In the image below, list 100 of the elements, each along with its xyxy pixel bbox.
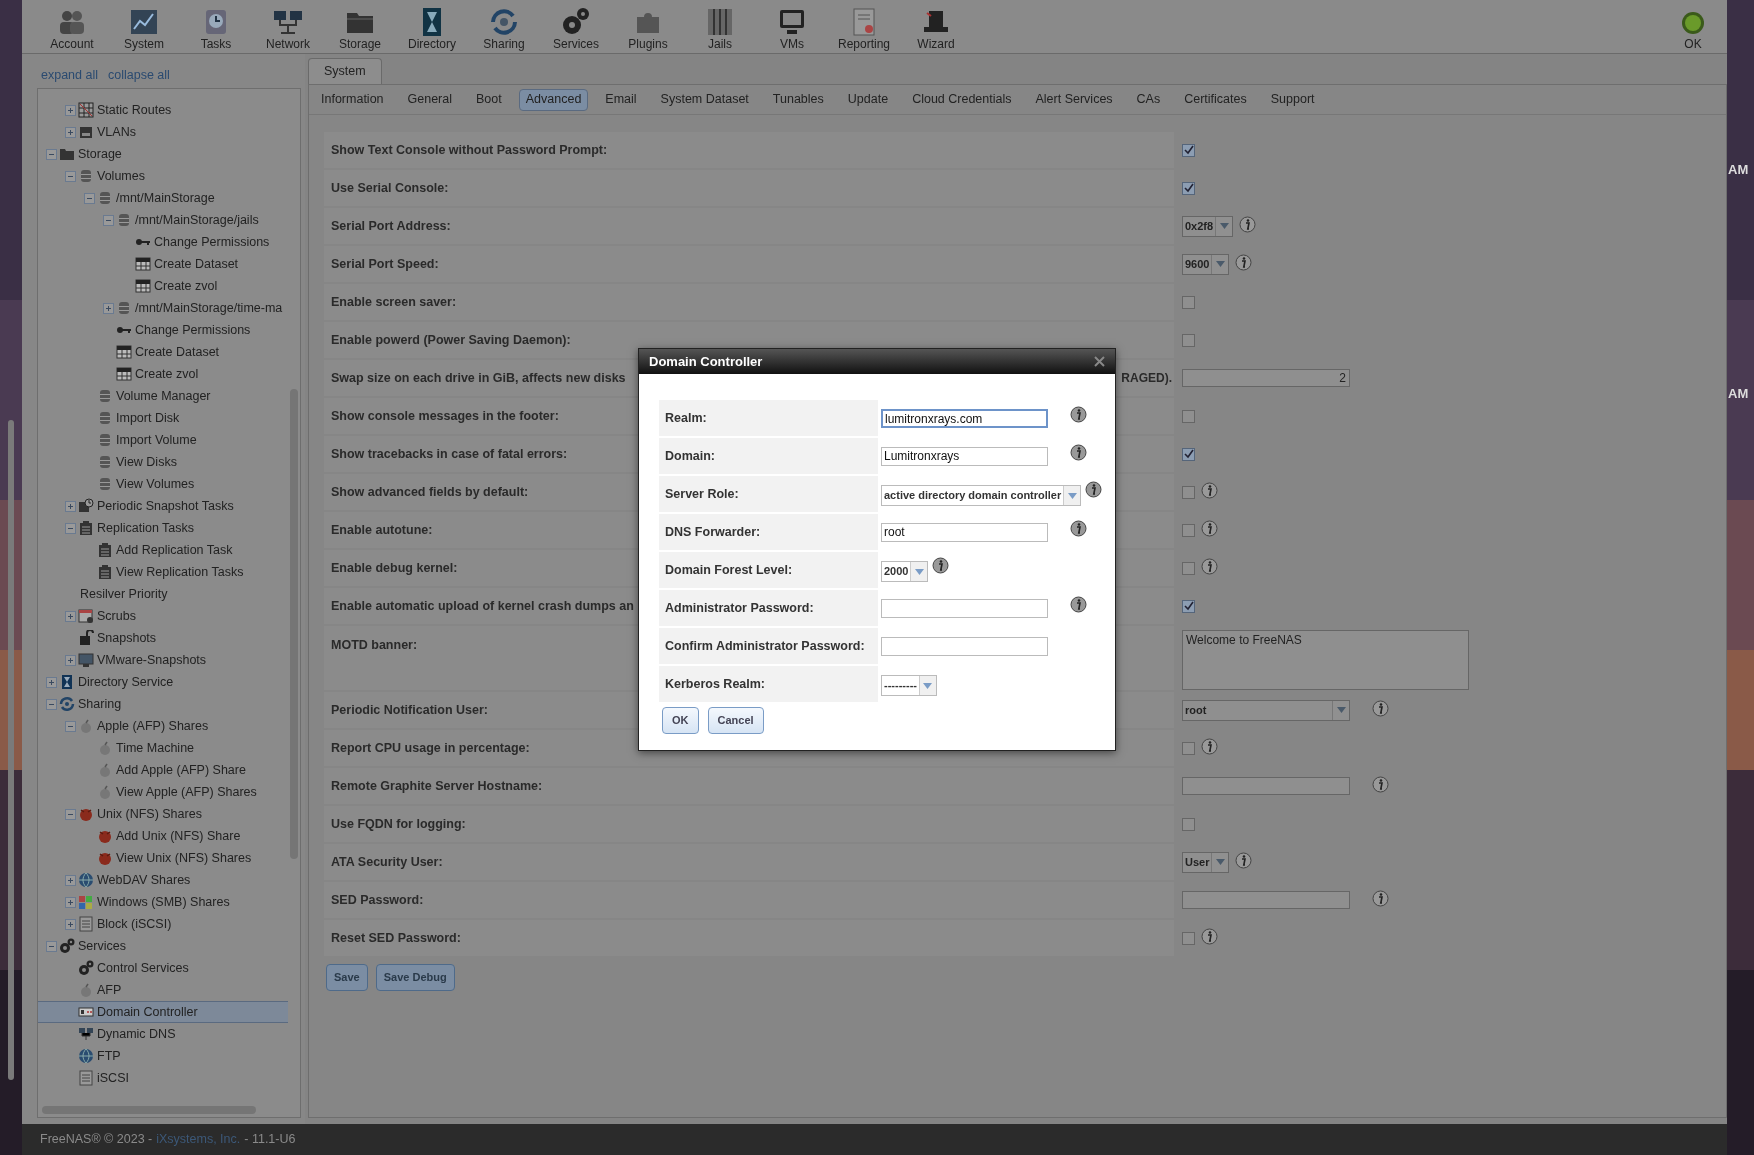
tree-item[interactable]: Create zvol: [38, 275, 288, 297]
expand-icon[interactable]: [65, 610, 76, 622]
sub-tab[interactable]: CAs: [1129, 88, 1168, 111]
collapse-icon[interactable]: [65, 522, 76, 534]
tree-item[interactable]: Time Machine: [38, 737, 288, 759]
text-area[interactable]: Welcome to FreeNAS: [1182, 630, 1469, 690]
tree-item[interactable]: iSCSI: [38, 1067, 288, 1089]
checkbox[interactable]: [1182, 485, 1195, 499]
select-field[interactable]: User: [1182, 851, 1230, 873]
expand-icon[interactable]: [65, 104, 76, 116]
sub-tab[interactable]: Cloud Credentials: [905, 88, 1019, 111]
tree-item[interactable]: /mnt/MainStorage/time-ma: [38, 297, 288, 319]
sub-tab[interactable]: Boot: [469, 88, 509, 111]
tree-item[interactable]: View Unix (NFS) Shares: [38, 847, 288, 869]
tree-item[interactable]: Windows (SMB) Shares: [38, 891, 288, 913]
toolbar-button[interactable]: Account: [36, 3, 108, 53]
tree-item[interactable]: Apple (AFP) Shares: [38, 715, 288, 737]
select-field[interactable]: ---------: [881, 675, 937, 696]
tree-item[interactable]: Dynamic DNS: [38, 1023, 288, 1045]
toolbar-button[interactable]: Reporting: [828, 3, 900, 53]
input-field[interactable]: [1182, 777, 1350, 795]
dialog-button[interactable]: Cancel: [707, 707, 764, 734]
tree-item[interactable]: Add Unix (NFS) Share: [38, 825, 288, 847]
sub-tab[interactable]: Information: [314, 88, 391, 111]
select-field[interactable]: active directory domain controller: [881, 485, 1082, 506]
sub-tab[interactable]: Tunables: [765, 88, 831, 111]
expand-icon[interactable]: [103, 302, 114, 314]
checkbox[interactable]: [1182, 561, 1195, 575]
sub-tab[interactable]: Certificates: [1177, 88, 1254, 111]
info-icon[interactable]: [932, 557, 950, 574]
tree-item[interactable]: Storage: [38, 143, 288, 165]
checkbox[interactable]: [1182, 295, 1195, 309]
tree-item[interactable]: Import Disk: [38, 407, 288, 429]
tree-item[interactable]: View Disks: [38, 451, 288, 473]
tree-item[interactable]: /mnt/MainStorage/jails: [38, 209, 288, 231]
tree-link[interactable]: expand all: [41, 65, 98, 85]
sub-tab[interactable]: Email: [598, 88, 644, 111]
tree-item[interactable]: Change Permissions: [38, 231, 288, 253]
tree-item[interactable]: Add Replication Task: [38, 539, 288, 561]
tree-item[interactable]: Create Dataset: [38, 341, 288, 363]
tree-item[interactable]: Services: [38, 935, 288, 957]
toolbar-button[interactable]: Services: [540, 3, 612, 53]
tree-item[interactable]: Snapshots: [38, 627, 288, 649]
sub-tab[interactable]: General: [400, 88, 459, 111]
tree-item[interactable]: View Volumes: [38, 473, 288, 495]
toolbar-button[interactable]: Plugins: [612, 3, 684, 53]
close-icon[interactable]: [1094, 356, 1105, 367]
collapse-icon[interactable]: [84, 192, 95, 204]
info-icon[interactable]: [1070, 444, 1087, 461]
tree-item[interactable]: FTP: [38, 1045, 288, 1067]
text-field[interactable]: lumitronxrays.com: [881, 409, 1048, 428]
expand-icon[interactable]: [65, 126, 76, 138]
tab[interactable]: System: [308, 58, 382, 84]
tree-item[interactable]: VMware-Snapshots: [38, 649, 288, 671]
tree-item[interactable]: Create zvol: [38, 363, 288, 385]
info-icon[interactable]: [1070, 520, 1087, 537]
tree-item[interactable]: Change Permissions: [38, 319, 288, 341]
checkbox[interactable]: [1182, 741, 1195, 755]
select-field[interactable]: 0x2f8: [1182, 215, 1234, 237]
collapse-icon[interactable]: [103, 214, 114, 226]
tree-item[interactable]: Block (iSCSI): [38, 913, 288, 935]
select-field[interactable]: 2000: [881, 561, 929, 582]
input-field[interactable]: [1182, 891, 1350, 909]
action-button[interactable]: Save Debug: [375, 964, 455, 991]
tree-item[interactable]: Domain Controller: [38, 1001, 288, 1023]
info-icon[interactable]: [1070, 406, 1087, 423]
sub-tab[interactable]: Alert Services: [1028, 88, 1120, 111]
tree-item[interactable]: Static Routes: [38, 99, 288, 121]
toolbar-button[interactable]: Storage: [324, 3, 396, 53]
checkbox[interactable]: [1182, 931, 1195, 945]
sub-tab[interactable]: Advanced: [518, 88, 589, 111]
tree-link[interactable]: collapse all: [108, 65, 170, 85]
collapse-icon[interactable]: [65, 170, 76, 182]
tree-item[interactable]: Periodic Snapshot Tasks: [38, 495, 288, 517]
tree-item[interactable]: View Replication Tasks: [38, 561, 288, 583]
tree-item[interactable]: Import Volume: [38, 429, 288, 451]
tree-item[interactable]: Unix (NFS) Shares: [38, 803, 288, 825]
tree-item[interactable]: Scrubs: [38, 605, 288, 627]
toolbar-button[interactable]: Wizard: [900, 3, 972, 53]
info-icon[interactable]: [1070, 596, 1087, 613]
collapse-icon[interactable]: [46, 940, 57, 952]
expand-icon[interactable]: [46, 676, 57, 688]
expand-icon[interactable]: [65, 896, 76, 908]
toolbar-button[interactable]: Tasks: [180, 3, 252, 53]
checkbox[interactable]: [1182, 447, 1195, 461]
tree-item[interactable]: Replication Tasks: [38, 517, 288, 539]
tree-item[interactable]: Resilver Priority: [38, 583, 288, 605]
input-field[interactable]: 2: [1182, 369, 1350, 387]
checkbox[interactable]: [1182, 599, 1195, 613]
tree-item[interactable]: /mnt/MainStorage: [38, 187, 288, 209]
collapse-icon[interactable]: [46, 698, 57, 710]
text-field[interactable]: [881, 599, 1048, 618]
toolbar-button[interactable]: Directory: [396, 3, 468, 53]
sub-tab[interactable]: System Dataset: [653, 88, 756, 111]
collapse-icon[interactable]: [65, 720, 76, 732]
tree-item[interactable]: Directory Service: [38, 671, 288, 693]
expand-icon[interactable]: [65, 918, 76, 930]
text-field[interactable]: root: [881, 523, 1048, 542]
toolbar-button[interactable]: VMs: [756, 3, 828, 53]
expand-icon[interactable]: [65, 654, 76, 666]
